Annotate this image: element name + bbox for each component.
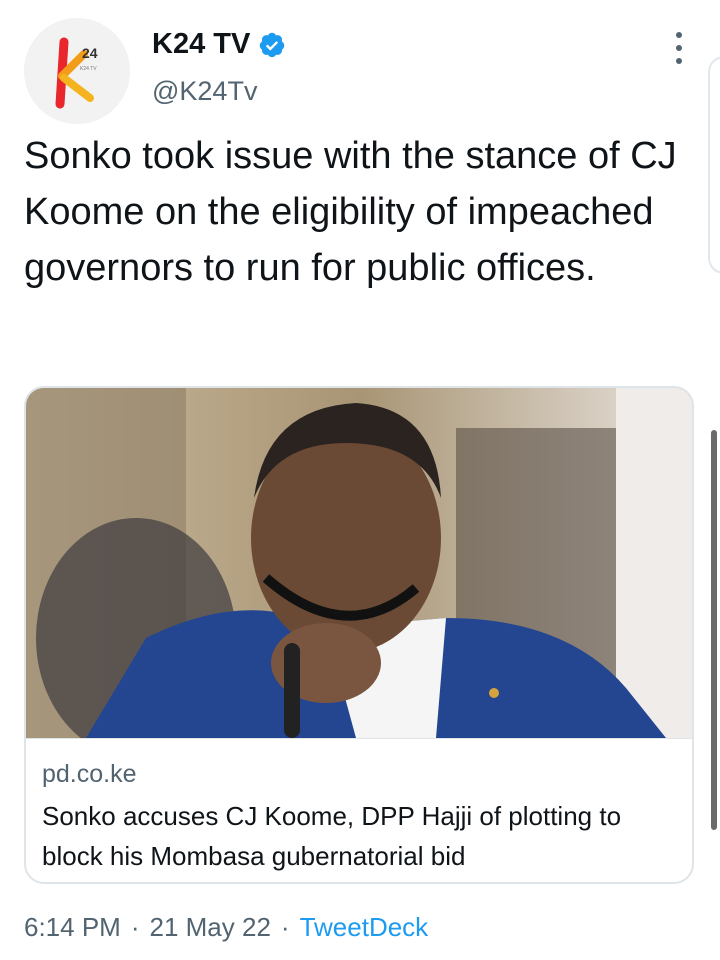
scrollbar[interactable] bbox=[711, 430, 717, 830]
meta-separator: · bbox=[280, 912, 290, 942]
card-domain: pd.co.ke bbox=[42, 760, 137, 788]
meta-separator: · bbox=[130, 912, 140, 942]
tweet-time[interactable]: 6:14 PM bbox=[24, 912, 121, 943]
account-name[interactable]: K24 TV bbox=[152, 28, 250, 61]
tweet-text: Sonko took issue with the stance of CJ K… bbox=[24, 135, 677, 289]
more-options-icon[interactable] bbox=[664, 30, 694, 66]
verified-badge-icon bbox=[260, 32, 285, 57]
svg-text:K24 TV: K24 TV bbox=[80, 66, 97, 72]
adjacent-panel-edge bbox=[708, 56, 720, 274]
k24-logo-icon: 24 K24 TV bbox=[24, 18, 130, 124]
account-handle[interactable]: @K24Tv bbox=[152, 76, 257, 107]
account-name-row[interactable]: K24 TV bbox=[152, 28, 286, 61]
svg-text:24: 24 bbox=[82, 45, 98, 61]
card-divider bbox=[26, 738, 692, 739]
tweet-date[interactable]: 21 May 22 bbox=[150, 912, 271, 943]
tweet-meta: 6:14 PM · 21 May 22 · TweetDeck bbox=[24, 912, 428, 943]
card-title: Sonko accuses CJ Koome, DPP Hajji of plo… bbox=[42, 801, 622, 871]
tweet-source-link[interactable]: TweetDeck bbox=[300, 912, 429, 943]
avatar[interactable]: 24 K24 TV k24 bbox=[24, 18, 130, 124]
avatar-logo-text: k24 bbox=[24, 18, 25, 19]
link-preview-card[interactable]: pd.co.ke Sonko accuses CJ Koome, DPP Haj… bbox=[24, 386, 694, 884]
card-image bbox=[26, 388, 692, 738]
news-photo-icon bbox=[26, 388, 692, 738]
